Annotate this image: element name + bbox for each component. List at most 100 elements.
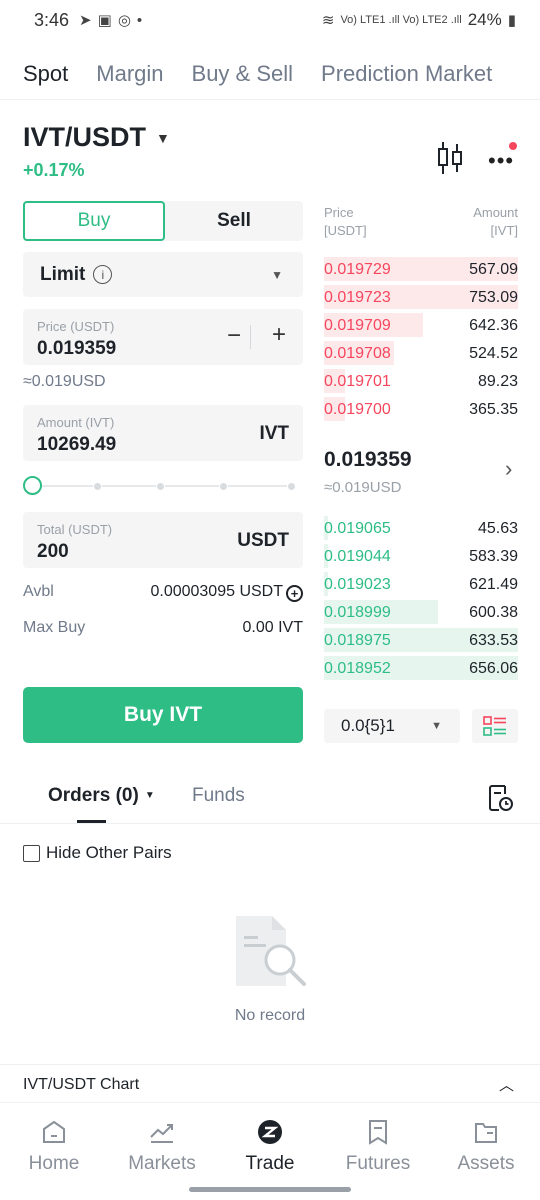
order-type-select[interactable]: Limit i ▼ bbox=[23, 252, 303, 297]
ask-row[interactable]: 0.019700 365.35 bbox=[324, 397, 518, 423]
bid-price: 0.019023 bbox=[324, 576, 391, 593]
amount-header-unit: [IVT] bbox=[490, 223, 518, 238]
ask-row[interactable]: 0.019708 524.52 bbox=[324, 341, 518, 367]
dot-icon: • bbox=[136, 11, 143, 29]
tab-margin[interactable]: Margin bbox=[96, 61, 163, 87]
orderbook-header: Price [USDT] Amount [IVT] bbox=[324, 204, 518, 240]
bid-amount: 633.53 bbox=[469, 632, 518, 649]
amount-header: Amount bbox=[473, 205, 518, 220]
orders-tabs: Orders (0) ▼ Funds bbox=[0, 770, 540, 824]
bid-price: 0.018952 bbox=[324, 660, 391, 677]
notification-icons: ➤ ▣ ◎ • bbox=[79, 11, 143, 30]
status-bar: 3:46 ➤ ▣ ◎ • ≋ Vo) LTE1 .ıll Vo) LTE2 .ı… bbox=[0, 0, 540, 40]
price-input[interactable]: Price (USDT) 0.019359 − + bbox=[23, 309, 303, 365]
price-value[interactable]: 0.019359 bbox=[37, 338, 116, 360]
nav-markets[interactable]: Markets bbox=[108, 1119, 216, 1175]
bottom-navigation: Home Markets Trade Futures Assets bbox=[0, 1102, 540, 1200]
nav-home-label: Home bbox=[28, 1153, 80, 1174]
amount-label: Amount (IVT) bbox=[37, 415, 115, 430]
tab-orders[interactable]: Orders (0) ▼ bbox=[48, 785, 155, 807]
precision-value: 0.0{5}1 bbox=[341, 716, 395, 735]
total-input[interactable]: Total (USDT) 200 USDT bbox=[23, 512, 303, 568]
trade-icon bbox=[258, 1120, 282, 1144]
candlestick-chart-icon[interactable] bbox=[436, 140, 464, 176]
ask-row[interactable]: 0.019701 89.23 bbox=[324, 369, 518, 395]
empty-state-text: No record bbox=[234, 1007, 306, 1024]
buy-sell-toggle: Buy Sell bbox=[23, 201, 303, 241]
nav-futures[interactable]: Futures bbox=[324, 1119, 432, 1175]
bid-row[interactable]: 0.019044 583.39 bbox=[324, 544, 518, 570]
bid-amount: 621.49 bbox=[469, 576, 518, 593]
status-time: 3:46 bbox=[34, 9, 70, 30]
add-funds-icon[interactable]: + bbox=[286, 585, 303, 602]
bid-row[interactable]: 0.018952 656.06 bbox=[324, 656, 518, 682]
buy-ivt-button[interactable]: Buy IVT bbox=[23, 687, 303, 743]
ask-price: 0.019708 bbox=[324, 345, 391, 362]
bid-row[interactable]: 0.019065 45.63 bbox=[324, 516, 518, 542]
order-type-label: Limit bbox=[40, 263, 86, 285]
ask-row[interactable]: 0.019723 753.09 bbox=[324, 285, 518, 311]
tab-prediction-market[interactable]: Prediction Market bbox=[321, 61, 492, 87]
bid-price: 0.018975 bbox=[324, 632, 391, 649]
tab-funds[interactable]: Funds bbox=[192, 785, 245, 807]
total-value[interactable]: 200 bbox=[37, 541, 69, 563]
slider-node-75[interactable] bbox=[219, 482, 228, 491]
dropdown-arrow-icon: ▼ bbox=[431, 720, 442, 732]
bid-row[interactable]: 0.018975 633.53 bbox=[324, 628, 518, 654]
chevron-up-icon[interactable]: ︿ bbox=[499, 1074, 514, 1095]
slider-node-100[interactable] bbox=[287, 482, 296, 491]
chart-toggle-bar[interactable]: IVT/USDT Chart ︿ bbox=[0, 1064, 540, 1102]
more-options-icon[interactable]: ••• bbox=[488, 148, 514, 174]
tab-buy-sell[interactable]: Buy & Sell bbox=[192, 61, 294, 87]
nav-assets[interactable]: Assets bbox=[432, 1119, 540, 1175]
bid-amount: 583.39 bbox=[469, 548, 518, 565]
price-header: Price bbox=[324, 205, 354, 220]
minus-icon[interactable]: − bbox=[227, 322, 241, 350]
telegram-icon: ➤ bbox=[79, 12, 92, 29]
bid-row[interactable]: 0.019023 621.49 bbox=[324, 572, 518, 598]
status-right: ≋ Vo) LTE1 .ıll Vo) LTE2 .ıll 24% ▮ bbox=[322, 10, 516, 30]
ask-row[interactable]: 0.019709 642.36 bbox=[324, 313, 518, 339]
precision-select[interactable]: 0.0{5}1 ▼ bbox=[324, 709, 460, 743]
tab-orders-label: Orders (0) bbox=[48, 785, 139, 806]
notification-dot bbox=[509, 142, 517, 150]
orderbook-layout-button[interactable] bbox=[472, 709, 518, 743]
sell-tab[interactable]: Sell bbox=[165, 201, 303, 241]
caret-down-icon: ▼ bbox=[144, 790, 155, 801]
buy-tab[interactable]: Buy bbox=[23, 201, 165, 241]
plus-icon[interactable]: + bbox=[272, 321, 286, 349]
nav-markets-label: Markets bbox=[128, 1153, 196, 1174]
bid-price: 0.019065 bbox=[324, 520, 391, 537]
tab-spot[interactable]: Spot bbox=[23, 61, 68, 87]
stepper-divider bbox=[250, 325, 251, 349]
bid-row[interactable]: 0.018999 600.38 bbox=[324, 600, 518, 626]
ask-price: 0.019729 bbox=[324, 261, 391, 278]
bid-amount: 656.06 bbox=[469, 660, 518, 677]
amount-value[interactable]: 10269.49 bbox=[37, 434, 116, 456]
chevron-right-icon[interactable]: › bbox=[505, 456, 512, 482]
markets-icon bbox=[150, 1124, 173, 1143]
wifi-icon: ≋ bbox=[321, 12, 335, 29]
nav-home[interactable]: Home bbox=[0, 1119, 108, 1175]
ask-row[interactable]: 0.019729 567.09 bbox=[324, 257, 518, 283]
battery-level: 24% bbox=[467, 10, 502, 29]
slider-node-25[interactable] bbox=[93, 482, 102, 491]
amount-input[interactable]: Amount (IVT) 10269.49 IVT bbox=[23, 405, 303, 461]
slider-node-50[interactable] bbox=[156, 482, 165, 491]
nav-trade[interactable]: Trade bbox=[216, 1119, 324, 1175]
empty-document-icon bbox=[236, 916, 306, 986]
checkbox-icon[interactable] bbox=[23, 844, 40, 862]
pair-selector[interactable]: IVT/USDT ▼ bbox=[23, 122, 170, 153]
home-icon bbox=[43, 1120, 65, 1143]
ask-price: 0.019709 bbox=[324, 317, 391, 334]
max-buy-row: Max Buy 0.00 IVT bbox=[23, 619, 303, 637]
info-icon[interactable]: i bbox=[93, 265, 113, 284]
amount-slider[interactable] bbox=[23, 476, 299, 496]
order-history-icon[interactable] bbox=[488, 784, 514, 812]
slider-handle[interactable] bbox=[23, 476, 42, 495]
maxbuy-label: Max Buy bbox=[23, 619, 86, 636]
hide-other-pairs-checkbox[interactable]: Hide Other Pairs bbox=[23, 843, 172, 863]
ask-amount: 567.09 bbox=[469, 261, 518, 278]
market-type-tabs: Spot Margin Buy & Sell Prediction Market bbox=[0, 48, 540, 100]
assets-icon bbox=[475, 1123, 497, 1143]
